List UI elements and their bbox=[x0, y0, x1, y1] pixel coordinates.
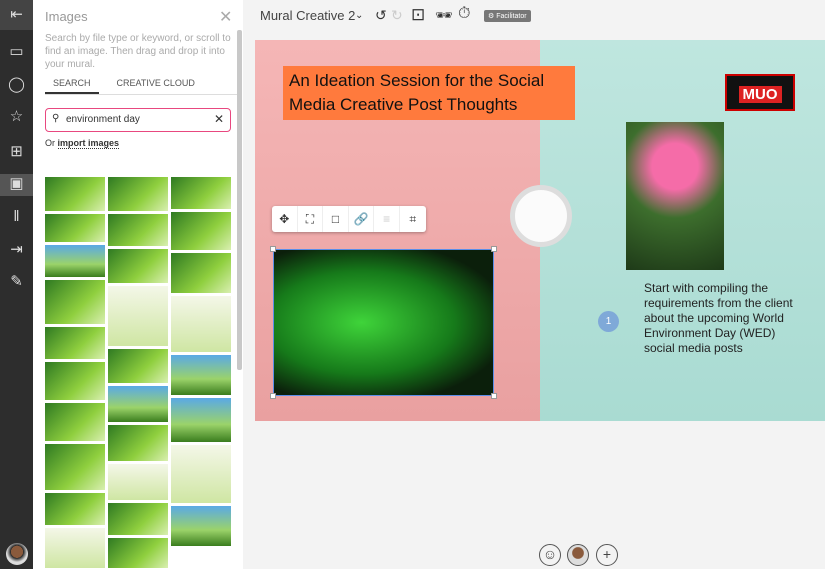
sticky-note-icon[interactable]: ▭ bbox=[7, 42, 26, 61]
crop-icon[interactable]: ⌗ bbox=[400, 206, 426, 232]
image-toolbar: ✥ ⛶ □ 🔗 ≡ ⌗ bbox=[272, 206, 426, 232]
move-icon[interactable]: ✥ bbox=[272, 206, 298, 232]
star-icon[interactable]: ☆ bbox=[7, 107, 26, 126]
tab-search[interactable]: SEARCH bbox=[45, 78, 99, 94]
search-icon: ⚲ bbox=[52, 113, 60, 124]
chevron-down-icon[interactable]: ⌄ bbox=[355, 10, 363, 21]
image-thumbnail[interactable] bbox=[108, 177, 168, 211]
comment-bubble[interactable]: 1 bbox=[598, 311, 619, 332]
close-icon[interactable]: ✕ bbox=[219, 7, 232, 27]
divider bbox=[45, 94, 240, 95]
image-thumbnail[interactable] bbox=[108, 286, 168, 346]
outline-icon[interactable]: ⊡ bbox=[411, 5, 425, 25]
image-thumbnail[interactable] bbox=[171, 506, 231, 546]
panel-scrollbar[interactable] bbox=[237, 30, 242, 370]
image-thumbnail[interactable] bbox=[108, 503, 168, 535]
focus-icon[interactable]: ⛶ bbox=[298, 206, 324, 232]
clear-icon[interactable]: ✕ bbox=[214, 112, 224, 126]
image-thumbnail[interactable] bbox=[108, 538, 168, 568]
avatar[interactable] bbox=[6, 543, 28, 565]
pencil-icon[interactable]: ✎ bbox=[7, 272, 26, 291]
image-thumbnail[interactable] bbox=[171, 398, 231, 442]
image-thumbnail[interactable] bbox=[108, 425, 168, 461]
import-images-link[interactable]: import images bbox=[57, 138, 120, 149]
image-thumbnail[interactable] bbox=[45, 327, 105, 359]
image-thumbnail[interactable] bbox=[108, 349, 168, 383]
border-icon[interactable]: □ bbox=[323, 206, 349, 232]
badge-label: Facilitator bbox=[496, 13, 527, 20]
image-thumbnail[interactable] bbox=[108, 464, 168, 500]
muo-logo[interactable]: MUO bbox=[725, 74, 795, 111]
shapes-icon[interactable]: ◯ bbox=[7, 75, 26, 94]
image-thumbnail[interactable] bbox=[45, 177, 105, 211]
mural-canvas[interactable]: An Ideation Session for the Social Media… bbox=[255, 40, 825, 421]
image-thumbnail[interactable] bbox=[45, 280, 105, 324]
title-sticky[interactable]: An Ideation Session for the Social Media… bbox=[283, 66, 575, 120]
image-thumbnail[interactable] bbox=[45, 362, 105, 400]
leaf-image[interactable] bbox=[273, 249, 494, 396]
exit-icon[interactable]: ⇤ bbox=[0, 0, 33, 30]
panel-description: Search by file type or keyword, or scrol… bbox=[45, 33, 231, 70]
resize-handle[interactable] bbox=[270, 246, 276, 252]
import-prefix: Or bbox=[45, 138, 55, 148]
note-text[interactable]: Start with compiling the requirements fr… bbox=[644, 281, 804, 356]
image-thumbnail[interactable] bbox=[171, 355, 231, 395]
search-value: environment day bbox=[66, 114, 140, 125]
image-thumbnail[interactable] bbox=[45, 403, 105, 441]
import-icon[interactable]: ⇥ bbox=[7, 240, 26, 259]
image-thumbnail[interactable] bbox=[171, 177, 231, 209]
image-thumbnail[interactable] bbox=[45, 528, 105, 568]
image-thumbnail[interactable] bbox=[171, 253, 231, 293]
image-thumbnail[interactable] bbox=[171, 296, 231, 352]
alarm-clock-image[interactable] bbox=[505, 175, 575, 255]
image-thumbnail[interactable] bbox=[45, 493, 105, 525]
image-thumbnail[interactable] bbox=[171, 212, 231, 250]
timer-icon[interactable]: ⏱ bbox=[458, 5, 470, 23]
align-icon[interactable]: ≡ bbox=[374, 206, 400, 232]
image-thumbnail[interactable] bbox=[45, 214, 105, 242]
image-thumbnail[interactable] bbox=[45, 245, 105, 277]
private-mode-icon[interactable]: 🕶 bbox=[435, 7, 453, 24]
image-thumbnail[interactable] bbox=[171, 445, 231, 503]
library-icon[interactable]: ‖ bbox=[7, 207, 26, 226]
add-icon[interactable]: + bbox=[596, 544, 618, 566]
link-icon[interactable]: 🔗 bbox=[349, 206, 375, 232]
resize-handle[interactable] bbox=[491, 393, 497, 399]
grid-icon[interactable]: ⊞ bbox=[7, 142, 26, 161]
collaborator-avatar[interactable] bbox=[567, 544, 589, 566]
emoji-icon[interactable]: ☺ bbox=[539, 544, 561, 566]
search-input[interactable]: ⚲ environment day ✕ bbox=[45, 108, 231, 132]
facilitator-badge[interactable]: ⚙ Facilitator bbox=[484, 10, 531, 22]
import-row: Or import images bbox=[45, 138, 120, 149]
left-toolbar: ⇤ ▭ ◯ ☆ ⊞ ▣ ‖ ⇥ ✎ bbox=[0, 0, 33, 569]
tab-creative-cloud[interactable]: CREATIVE CLOUD bbox=[109, 78, 203, 94]
top-bar: Mural Creative 2 ⌄ ↺ ↻ ⊡ 🕶 ⏱ ⚙ Facilitat… bbox=[243, 0, 825, 32]
undo-icon[interactable]: ↺ bbox=[375, 7, 387, 24]
mural-name-dropdown[interactable]: Mural Creative 2 bbox=[260, 8, 355, 23]
image-thumbnail[interactable] bbox=[45, 444, 105, 490]
image-icon[interactable]: ▣ bbox=[0, 174, 33, 196]
redo-icon[interactable]: ↻ bbox=[391, 7, 403, 24]
image-thumbnail[interactable] bbox=[108, 214, 168, 246]
image-results bbox=[45, 177, 231, 568]
image-thumbnail[interactable] bbox=[108, 249, 168, 283]
resize-handle[interactable] bbox=[270, 393, 276, 399]
panel-title: Images bbox=[45, 9, 88, 24]
image-thumbnail[interactable] bbox=[108, 386, 168, 422]
flower-image[interactable] bbox=[626, 122, 724, 270]
resize-handle[interactable] bbox=[491, 246, 497, 252]
